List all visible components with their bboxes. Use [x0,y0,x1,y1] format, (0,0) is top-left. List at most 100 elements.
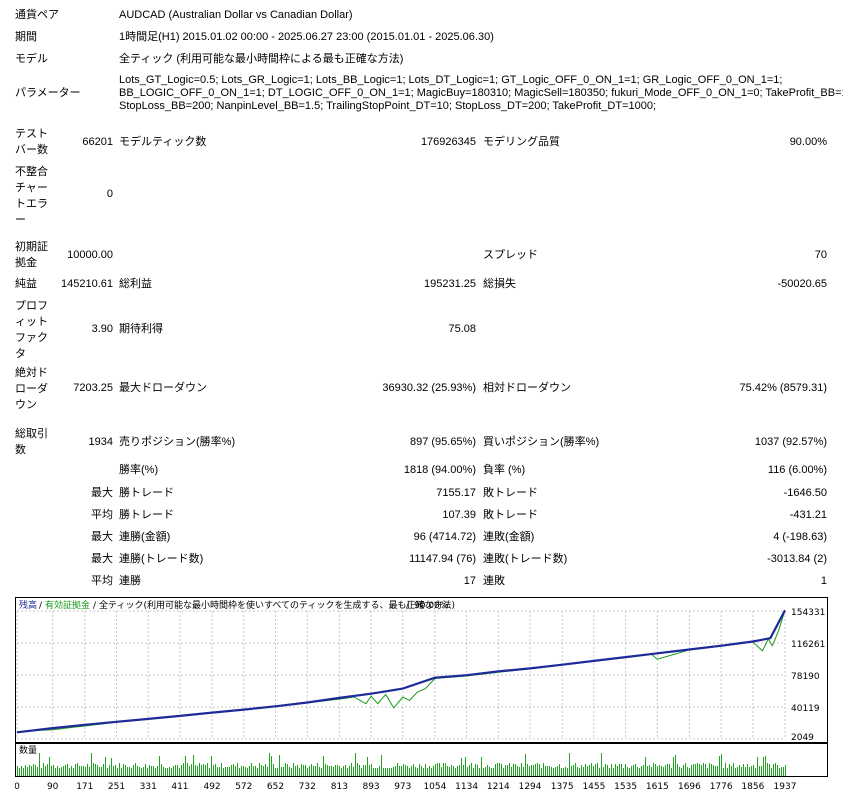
max-drawdown-value: 36930.32 (25.93%) [382,382,476,394]
volume-bar [613,768,614,776]
volume-bar [397,763,398,776]
volume-bar [479,768,480,776]
volume-bar [231,765,232,776]
volume-bar [701,765,702,776]
volume-bar [183,763,184,776]
volume-bar [337,765,338,776]
volume-bar [417,768,418,776]
volume-bar [243,766,244,776]
volume-bar [581,765,582,776]
volume-bar [353,767,354,776]
volume-bar [45,766,46,776]
volume-bar [677,764,678,776]
volume-bar [427,768,428,776]
volume-bar [647,766,648,776]
volume-bar [761,766,762,776]
volume-bar [485,767,486,776]
x-tick-label: 1615 [646,782,669,792]
volume-bar [565,767,566,776]
volume-bar [693,764,694,776]
volume-bar [287,764,288,776]
volume-bar [103,764,104,776]
volume-bar [29,765,30,776]
x-tick-label: 1776 [710,782,733,792]
volume-bar [163,767,164,776]
volume-bar [19,768,20,776]
x-tick-label: 813 [331,782,348,792]
volume-bar [513,764,514,776]
abs-drawdown-value: 7203.25 [73,382,113,394]
volume-bar [371,764,372,776]
volume-bar [299,768,300,776]
volume-bar [671,768,672,776]
x-tick-label: 652 [267,782,284,792]
volume-bar [451,765,452,776]
volume-bar [257,768,258,776]
volume-bar [473,768,474,776]
volume-bar [421,766,422,776]
volume-bar [445,763,446,776]
volume-bar [111,758,112,776]
x-tick-label: 893 [362,782,379,792]
volume-bar [143,767,144,776]
volume-bar [623,768,624,776]
volume-bar [611,764,612,776]
volume-bar [589,765,590,776]
volume-bar [271,756,272,776]
volume-bar [461,758,462,776]
win-rate-label: 勝率(%) [119,464,159,476]
long-positions-value: 1037 (92.57%) [754,436,827,448]
volume-bar [425,764,426,776]
volume-bar [737,767,738,776]
x-tick-label: 1054 [423,782,446,792]
y-tick-label: 2049 [791,733,814,743]
cons-loss-value: -3013.84 (2) [767,553,827,565]
volume-bar [771,768,772,776]
volume-bar [191,764,192,776]
volume-bar [151,766,152,776]
volume-bar [683,765,684,776]
volume-bar [477,765,478,776]
volume-bar [447,766,448,776]
volume-bar [79,766,80,776]
volume-bar [139,767,140,776]
volume-bar [575,763,576,776]
volume-bar [685,763,686,776]
balance-chart: 残高 / 有効証拠金 / 全ティック(利用可能な最小時間枠を使いすべてのティック… [15,597,828,743]
volume-bar [277,768,278,776]
x-tick-label: 1696 [678,782,701,792]
largest-loss-label: 敗トレード [483,487,538,499]
x-tick-label: 1134 [455,782,478,792]
volume-bar [545,766,546,776]
x-tick-label: 1455 [582,782,605,792]
volume-bar [769,764,770,776]
expected-payoff-value: 75.08 [448,323,476,335]
volume-bar [31,766,32,776]
volume-bar [567,768,568,776]
expected-payoff-label: 期待利得 [119,323,163,335]
volume-bar [295,766,296,776]
volume-bar [785,765,786,776]
volume-bar [171,768,172,776]
volume-bar [91,753,92,776]
volume-bar [639,768,640,776]
volume-bar [365,765,366,776]
volume-bar [47,764,48,776]
volume-bar [673,757,674,776]
volume-bar [593,766,594,776]
volume-bar [27,767,28,776]
volume-bar [415,767,416,776]
volume-bar [441,767,442,776]
volume-bar [627,767,628,776]
volume-bar [367,757,368,776]
volume-bar [283,767,284,776]
volume-bar [453,766,454,776]
volume-bar [43,763,44,776]
volume-bar [529,766,530,776]
volume-bar [443,763,444,776]
volume-bar [263,766,264,776]
volume-bar [521,763,522,776]
cons-wins-label: 連勝(金額) [119,531,171,543]
max-label-3: 最大 [91,553,113,565]
x-tick-label: 732 [299,782,316,792]
